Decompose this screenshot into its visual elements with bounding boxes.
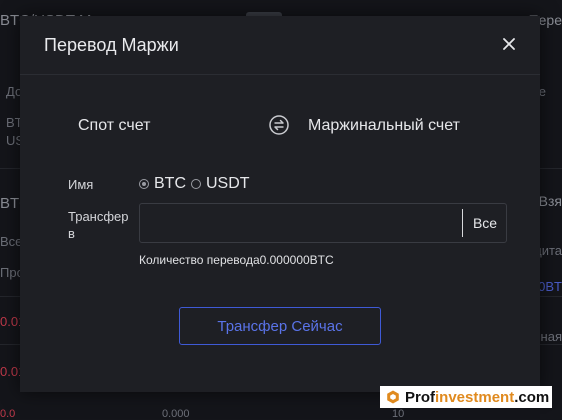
currency-option-label: BTC	[154, 175, 186, 192]
watermark-highlight: investment	[435, 388, 515, 406]
currency-option-label: USDT	[206, 175, 250, 192]
hexagon-logo-icon	[387, 390, 399, 404]
close-icon	[503, 38, 515, 50]
currency-radio-usdt[interactable]: USDT	[191, 175, 250, 193]
transfer-now-button[interactable]: Трансфер Сейчас	[179, 307, 381, 345]
amount-input[interactable]	[140, 204, 460, 242]
swap-accounts-button[interactable]	[268, 114, 290, 136]
watermark-prefix: Prof	[405, 388, 435, 406]
transfer-amount-hint: Количество перевода0.000000BTC	[139, 253, 334, 267]
amount-field: Все	[139, 203, 507, 243]
bg-right-col: Взя	[538, 193, 562, 209]
watermark-suffix: .com	[514, 388, 550, 406]
max-all-button[interactable]: Все	[464, 204, 506, 242]
bg-right-col: ная	[540, 329, 562, 344]
amount-divider	[462, 209, 463, 237]
currency-radio-btc[interactable]: BTC	[139, 175, 186, 193]
bg-bottom-value: 10	[392, 408, 405, 420]
swap-arrows-icon	[269, 115, 289, 135]
close-button[interactable]	[500, 35, 518, 53]
to-account-label: Маржинальный счет	[308, 117, 460, 134]
radio-unchecked-icon	[191, 179, 201, 189]
bg-bottom-value: 0.0	[0, 408, 16, 420]
radio-checked-icon	[139, 179, 149, 189]
from-account-label: Спот счет	[78, 117, 151, 134]
dialog-title: Перевод Маржи	[44, 35, 179, 55]
bg-bottom-value: 0.000	[162, 408, 190, 420]
margin-transfer-dialog: Перевод Маржи Спот счет Маржинальный сче…	[20, 16, 540, 392]
dialog-header: Перевод Маржи	[20, 16, 540, 75]
currency-label: Имя	[68, 177, 94, 192]
transfer-amount-label: Трансфер в	[68, 209, 129, 241]
site-watermark: Prof investment .com	[380, 386, 552, 408]
